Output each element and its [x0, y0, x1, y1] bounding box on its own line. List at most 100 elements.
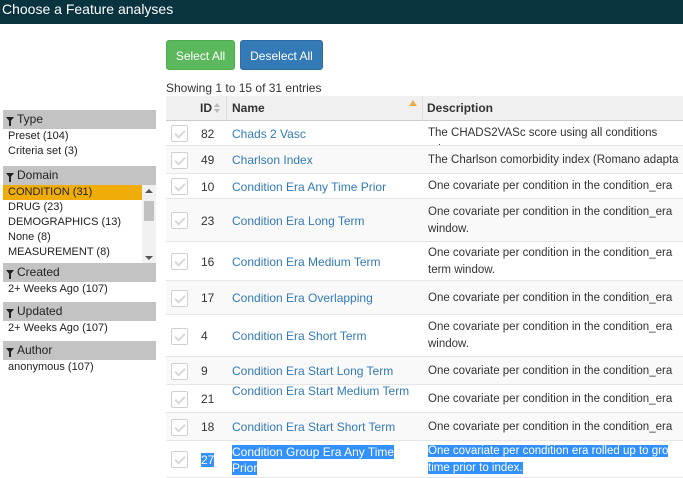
- row-id: 49: [201, 153, 215, 167]
- filter-icon: [6, 270, 14, 279]
- filter-updated-header[interactable]: Updated: [3, 302, 156, 321]
- row-id: 23: [201, 213, 215, 228]
- table-row[interactable]: 82 Chads 2 Vasc The CHADS2VASc score using…: [166, 121, 683, 156]
- filter-option[interactable]: MEASUREMENT (8): [3, 245, 142, 260]
- row-checkbox[interactable]: [171, 418, 188, 436]
- deselect-all-button[interactable]: Deselect All: [240, 40, 323, 70]
- filter-option[interactable]: Preset (104): [3, 129, 156, 144]
- row-name-link[interactable]: Condition Era Start Short Term: [232, 419, 417, 435]
- row-name-link[interactable]: Charlson Index: [232, 152, 417, 168]
- row-name-link[interactable]: Condition Era Start Medium Term: [232, 383, 417, 399]
- column-divider: [422, 96, 423, 121]
- row-checkbox[interactable]: [171, 451, 188, 468]
- row-description: One covariate per condition in the condi…: [428, 291, 673, 304]
- filter-option[interactable]: anonymous (107): [3, 360, 156, 375]
- row-name-link[interactable]: Condition Era Medium Term: [232, 254, 417, 270]
- entries-info: Showing 1 to 15 of 31 entries: [166, 81, 322, 95]
- select-all-button[interactable]: Select All: [166, 40, 235, 70]
- row-description: The Charlson comorbidity index (Romano a…: [428, 153, 679, 166]
- filter-option[interactable]: 2+ Weeks Ago (107): [3, 321, 156, 336]
- row-id: 10: [201, 179, 215, 194]
- table-row[interactable]: 9 Condition Era Start Long Term One covari…: [166, 357, 683, 385]
- table-row[interactable]: 17 Condition Era Overlapping One covariate…: [166, 281, 683, 315]
- row-name-link[interactable]: Condition Era Start Long Term: [232, 363, 417, 379]
- domain-scrollbar[interactable]: [142, 185, 156, 264]
- row-name-link[interactable]: Condition Era Any Time Prior: [232, 179, 417, 195]
- filter-icon: [6, 173, 14, 182]
- row-name-link[interactable]: Condition Era Short Term: [232, 328, 417, 344]
- feature-analyses-table: ID Name Description 82 Chads 2 Vasc The CH…: [166, 96, 683, 478]
- filter-domain-header[interactable]: Domain: [3, 166, 156, 185]
- scroll-down-icon[interactable]: [145, 256, 153, 260]
- column-divider: [226, 96, 227, 121]
- sort-ascending-icon[interactable]: [409, 100, 417, 106]
- row-checkbox[interactable]: [171, 253, 188, 270]
- row-id: 27: [201, 452, 215, 467]
- row-id: 21: [201, 392, 215, 406]
- filter-option-condition[interactable]: CONDITION (31): [3, 185, 142, 200]
- filter-updated: Updated 2+ Weeks Ago (107): [3, 302, 156, 336]
- row-description: One covariate per condition in the condi…: [428, 392, 673, 405]
- filter-title: Created: [17, 265, 60, 279]
- filter-title: Author: [17, 343, 53, 357]
- table-row[interactable]: 49 Charlson Index The Charlson comorbidity…: [166, 146, 683, 174]
- scroll-thumb[interactable]: [144, 201, 154, 221]
- filter-author-header[interactable]: Author: [3, 341, 156, 360]
- row-id: 4: [201, 329, 208, 343]
- table-row[interactable]: 4 Condition Era Short Term One covariate p…: [166, 315, 683, 357]
- column-header-id[interactable]: ID: [200, 96, 212, 121]
- filter-option[interactable]: Criteria set (3): [3, 144, 156, 159]
- sort-icon[interactable]: [214, 103, 220, 113]
- row-checkbox[interactable]: [171, 327, 188, 345]
- row-description: One covariate per condition era rolled u…: [428, 444, 669, 474]
- filter-author: Author anonymous (107): [3, 341, 156, 375]
- filter-option[interactable]: 2+ Weeks Ago (107): [3, 282, 156, 297]
- filter-domain: Domain CONDITION (31) DRUG (23) DEMOGRAP…: [3, 166, 156, 264]
- row-checkbox[interactable]: [171, 125, 188, 142]
- row-checkbox[interactable]: [171, 390, 188, 408]
- dialog-title: Choose a Feature analyses: [0, 0, 683, 24]
- table-row[interactable]: 18 Condition Era Start Short Term One cova…: [166, 413, 683, 441]
- table-row[interactable]: 21 Condition Era Start Medium Term One cov…: [166, 383, 683, 413]
- row-description: One covariate per condition in the condi…: [428, 420, 673, 433]
- row-description: One covariate per condition in the condi…: [428, 364, 673, 377]
- filter-created: Created 2+ Weeks Ago (107): [3, 263, 156, 297]
- filter-title: Type: [17, 112, 44, 126]
- filter-created-header[interactable]: Created: [3, 263, 156, 282]
- table-row[interactable]: 16 Condition Era Medium Term One covariate…: [166, 242, 683, 281]
- table-row[interactable]: 10 Condition Era Any Time Prior One covari…: [166, 174, 683, 199]
- row-checkbox[interactable]: [171, 212, 188, 229]
- row-name-link[interactable]: Condition Era Long Term: [232, 213, 417, 229]
- column-header-name[interactable]: Name: [232, 96, 265, 121]
- domain-list: CONDITION (31) DRUG (23) DEMOGRAPHICS (1…: [3, 185, 156, 264]
- row-checkbox[interactable]: [171, 178, 188, 195]
- row-id: 9: [201, 364, 208, 378]
- row-description: One covariate per condition in the condi…: [428, 321, 673, 350]
- filter-icon: [6, 348, 14, 357]
- filter-title: Domain: [17, 168, 59, 182]
- row-description: One covariate per condition in the condi…: [428, 246, 673, 276]
- row-id: 17: [201, 291, 215, 305]
- filter-option[interactable]: DEMOGRAPHICS (13): [3, 215, 142, 230]
- table-header: ID Name Description: [166, 96, 683, 121]
- row-checkbox[interactable]: [171, 289, 188, 307]
- filter-option[interactable]: DRUG (23): [3, 200, 142, 215]
- filter-icon: [6, 117, 14, 126]
- table-row[interactable]: 27 Condition Group Era Any Time Prior One …: [166, 441, 683, 478]
- row-description: One covariate per condition in the condi…: [428, 180, 673, 192]
- row-name-link[interactable]: Chads 2 Vasc: [232, 126, 417, 142]
- row-name-link[interactable]: Condition Group Era Any Time Prior: [232, 444, 417, 476]
- column-header-description[interactable]: Description: [427, 96, 493, 121]
- filter-title: Updated: [17, 304, 63, 318]
- filter-option[interactable]: None (8): [3, 230, 142, 245]
- row-id: 16: [201, 254, 215, 269]
- row-checkbox[interactable]: [171, 151, 188, 169]
- scroll-up-icon[interactable]: [145, 189, 153, 193]
- row-id: 18: [201, 420, 215, 434]
- filter-icon: [6, 309, 14, 318]
- filter-type: Type Preset (104) Criteria set (3): [3, 110, 156, 159]
- row-checkbox[interactable]: [171, 362, 188, 380]
- row-name-link[interactable]: Condition Era Overlapping: [232, 290, 417, 306]
- filter-type-header[interactable]: Type: [3, 110, 156, 129]
- table-row[interactable]: 23 Condition Era Long Term One covariate p…: [166, 199, 683, 242]
